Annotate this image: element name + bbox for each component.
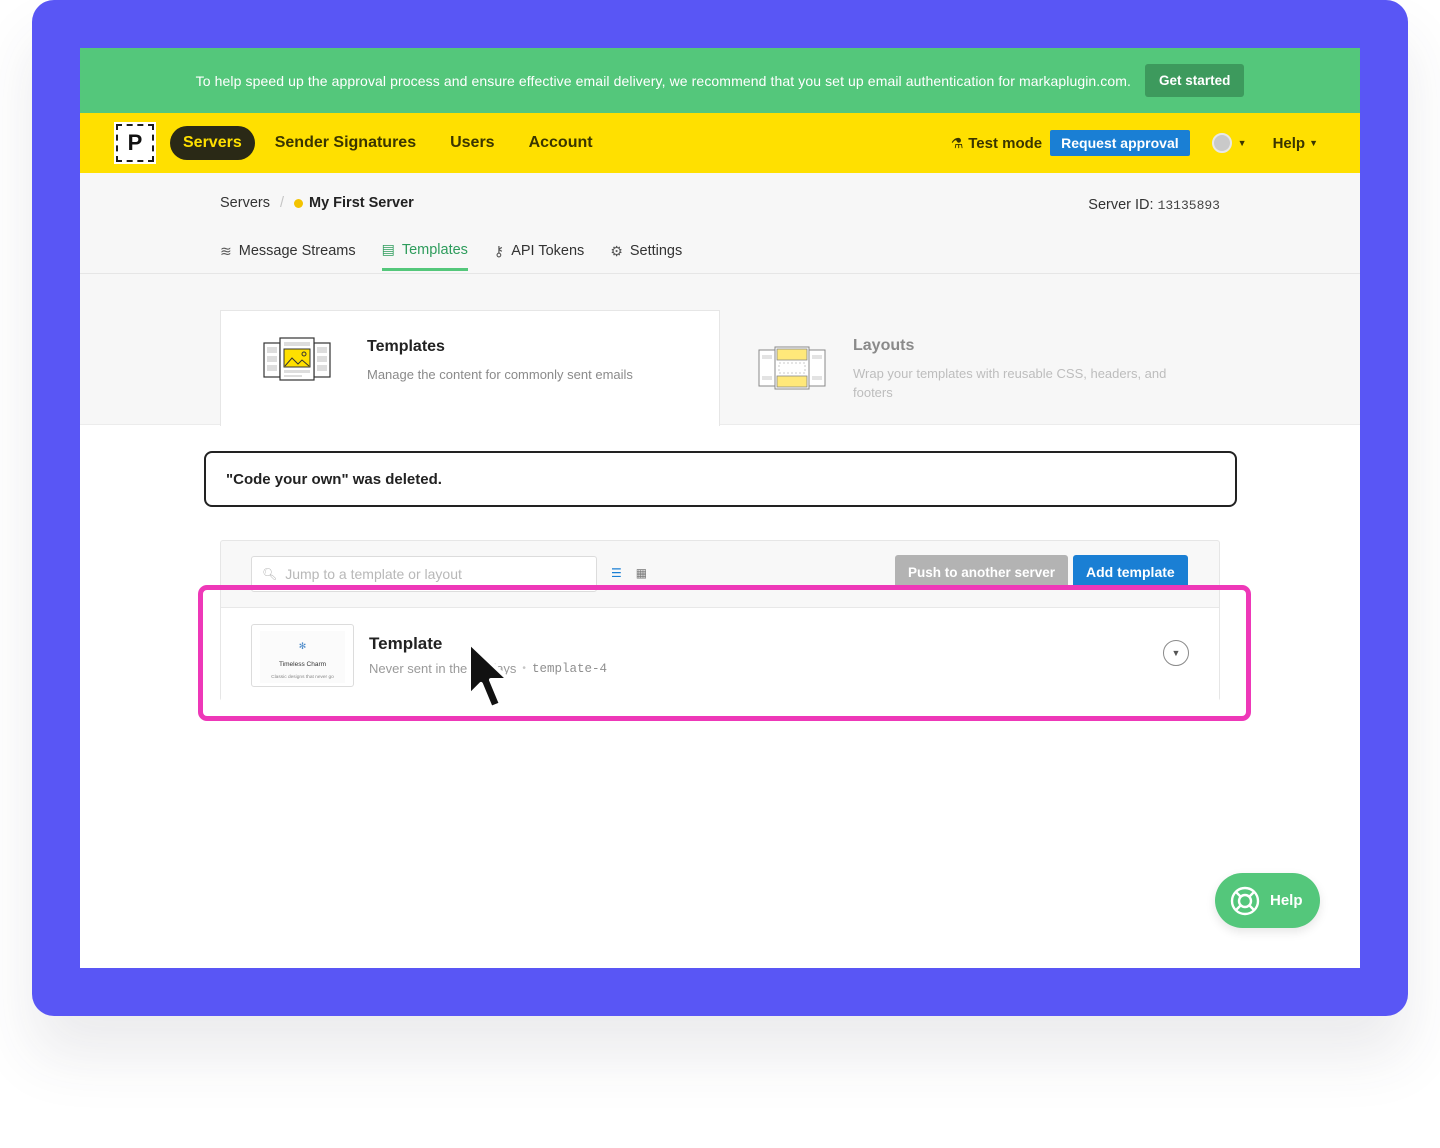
get-started-button[interactable]: Get started (1145, 64, 1245, 97)
templates-type-title: Templates (367, 338, 445, 355)
tab-label: Message Streams (238, 243, 356, 259)
help-menu-label: Help (1272, 134, 1306, 152)
flask-icon: ⚗ (950, 134, 964, 151)
tab-label: API Tokens (511, 243, 585, 259)
list-view-icon[interactable]: ☰ (611, 566, 622, 580)
templates-illustration-icon (263, 337, 331, 381)
breadcrumb-current-server: My First Server (309, 195, 414, 211)
top-nav: P Servers Sender Signatures Users Accoun… (80, 113, 1360, 173)
help-chat-button[interactable]: Help (1215, 873, 1320, 928)
type-selector: Templates Manage the content for commonl… (80, 274, 1360, 426)
server-tabs: ≋ Message Streams ▤ Templates ⚷ API Toke… (220, 241, 682, 271)
key-icon: ⚷ (493, 242, 505, 259)
layouts-type-title: Layouts (853, 337, 915, 354)
help-chat-label: Help (1270, 892, 1303, 909)
server-id-value: 13135893 (1157, 198, 1220, 213)
deletion-notice-text: "Code your own" was deleted. (226, 470, 442, 488)
templates-type-description: Manage the content for commonly sent ema… (367, 367, 633, 382)
push-to-another-server-button[interactable]: Push to another server (895, 555, 1069, 589)
breadcrumb-servers[interactable]: Servers (220, 195, 270, 211)
deletion-notice: "Code your own" was deleted. (204, 451, 1237, 507)
template-search-input[interactable] (285, 566, 586, 582)
tab-label: Templates (401, 241, 468, 258)
template-icon: ▤ (381, 241, 395, 257)
test-mode-label: Test mode (968, 134, 1043, 152)
highlight-outline (198, 585, 1251, 721)
breadcrumb: Servers / My First Server (220, 195, 414, 211)
postmark-logo[interactable]: P (114, 122, 156, 164)
layers-icon: ≋ (220, 242, 232, 259)
test-mode-indicator[interactable]: ⚗ Test mode (951, 135, 1042, 152)
add-template-button[interactable]: Add template (1073, 555, 1188, 589)
nav-users[interactable]: Users (450, 134, 494, 152)
tab-api-tokens[interactable]: ⚷ API Tokens (494, 241, 584, 271)
tab-label: Settings (629, 243, 683, 259)
server-id-label: Server ID: (1088, 197, 1154, 213)
auth-banner: To help speed up the approval process an… (80, 48, 1360, 113)
server-status-dot (294, 198, 303, 208)
tab-message-streams[interactable]: ≋ Message Streams (220, 241, 356, 271)
request-approval-button[interactable]: Request approval (1050, 130, 1190, 156)
layouts-illustration-icon (758, 346, 826, 390)
tab-templates[interactable]: ▤ Templates (381, 241, 468, 271)
nav-account[interactable]: Account (529, 134, 593, 152)
search-icon: 🔍︎ (262, 567, 278, 581)
templates-type-card[interactable]: Templates Manage the content for commonl… (220, 310, 720, 426)
view-toggles: ☰ ▦ (611, 566, 647, 580)
chevron-down-icon[interactable]: ▼ (1238, 138, 1247, 148)
breadcrumb-separator: / (279, 195, 284, 211)
mouse-cursor-icon (467, 640, 511, 710)
app-window: To help speed up the approval process an… (80, 48, 1360, 968)
tab-settings[interactable]: ⚙ Settings (610, 241, 682, 271)
nav-right: ⚗ Test mode Request approval ▼ Help ▼ (951, 113, 1318, 173)
server-id: Server ID: 13135893 (1088, 197, 1220, 213)
grid-view-icon[interactable]: ▦ (636, 566, 647, 580)
lifebuoy-icon (1230, 886, 1260, 915)
user-avatar[interactable] (1211, 133, 1232, 153)
nav-sender-signatures[interactable]: Sender Signatures (275, 134, 416, 152)
nav-servers[interactable]: Servers (170, 126, 255, 160)
banner-text: To help speed up the approval process an… (195, 72, 1132, 89)
gear-icon: ⚙ (610, 242, 623, 259)
layouts-type-card[interactable]: Layouts Wrap your templates with reusabl… (720, 310, 1220, 425)
layouts-type-description: Wrap your templates with reusable CSS, h… (853, 366, 1167, 400)
help-menu[interactable]: Help ▼ (1273, 135, 1318, 152)
chevron-down-icon: ▼ (1309, 138, 1318, 148)
server-header: Servers / My First Server Server ID: 131… (80, 173, 1360, 274)
